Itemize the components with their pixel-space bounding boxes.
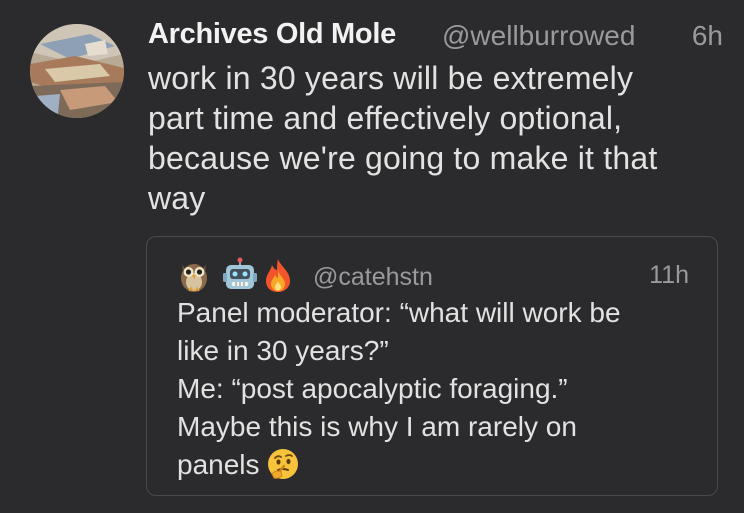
quoted-tweet-header: @catehstn 11h xyxy=(177,255,691,295)
thinking-face-emoji-icon xyxy=(266,447,300,481)
quoted-tweet-card[interactable]: @catehstn 11h Panel moderator: “what wil… xyxy=(146,236,718,496)
quoted-user-handle[interactable]: @catehstn xyxy=(313,263,433,292)
owl-emoji-icon xyxy=(177,257,211,293)
user-handle[interactable]: @wellburrowed xyxy=(442,20,635,52)
display-name[interactable]: Archives Old Mole xyxy=(148,18,396,51)
quoted-timestamp[interactable]: 11h xyxy=(649,261,689,290)
tweet-header: Archives Old Mole @wellburrowed 6h xyxy=(148,14,723,58)
tweet-text: work in 30 years will be extremely part … xyxy=(148,60,658,216)
robot-emoji-icon xyxy=(223,257,257,293)
quoted-tweet-text: Panel moderator: “what will work be like… xyxy=(177,294,707,484)
fire-emoji-icon xyxy=(261,257,295,293)
tweet[interactable]: Archives Old Mole @wellburrowed 6h work … xyxy=(0,0,744,513)
quoted-tweet-body: Panel moderator: “what will work be like… xyxy=(177,297,621,480)
collage-avatar-icon xyxy=(30,24,124,118)
avatar[interactable] xyxy=(30,24,124,118)
timestamp[interactable]: 6h xyxy=(692,20,723,52)
